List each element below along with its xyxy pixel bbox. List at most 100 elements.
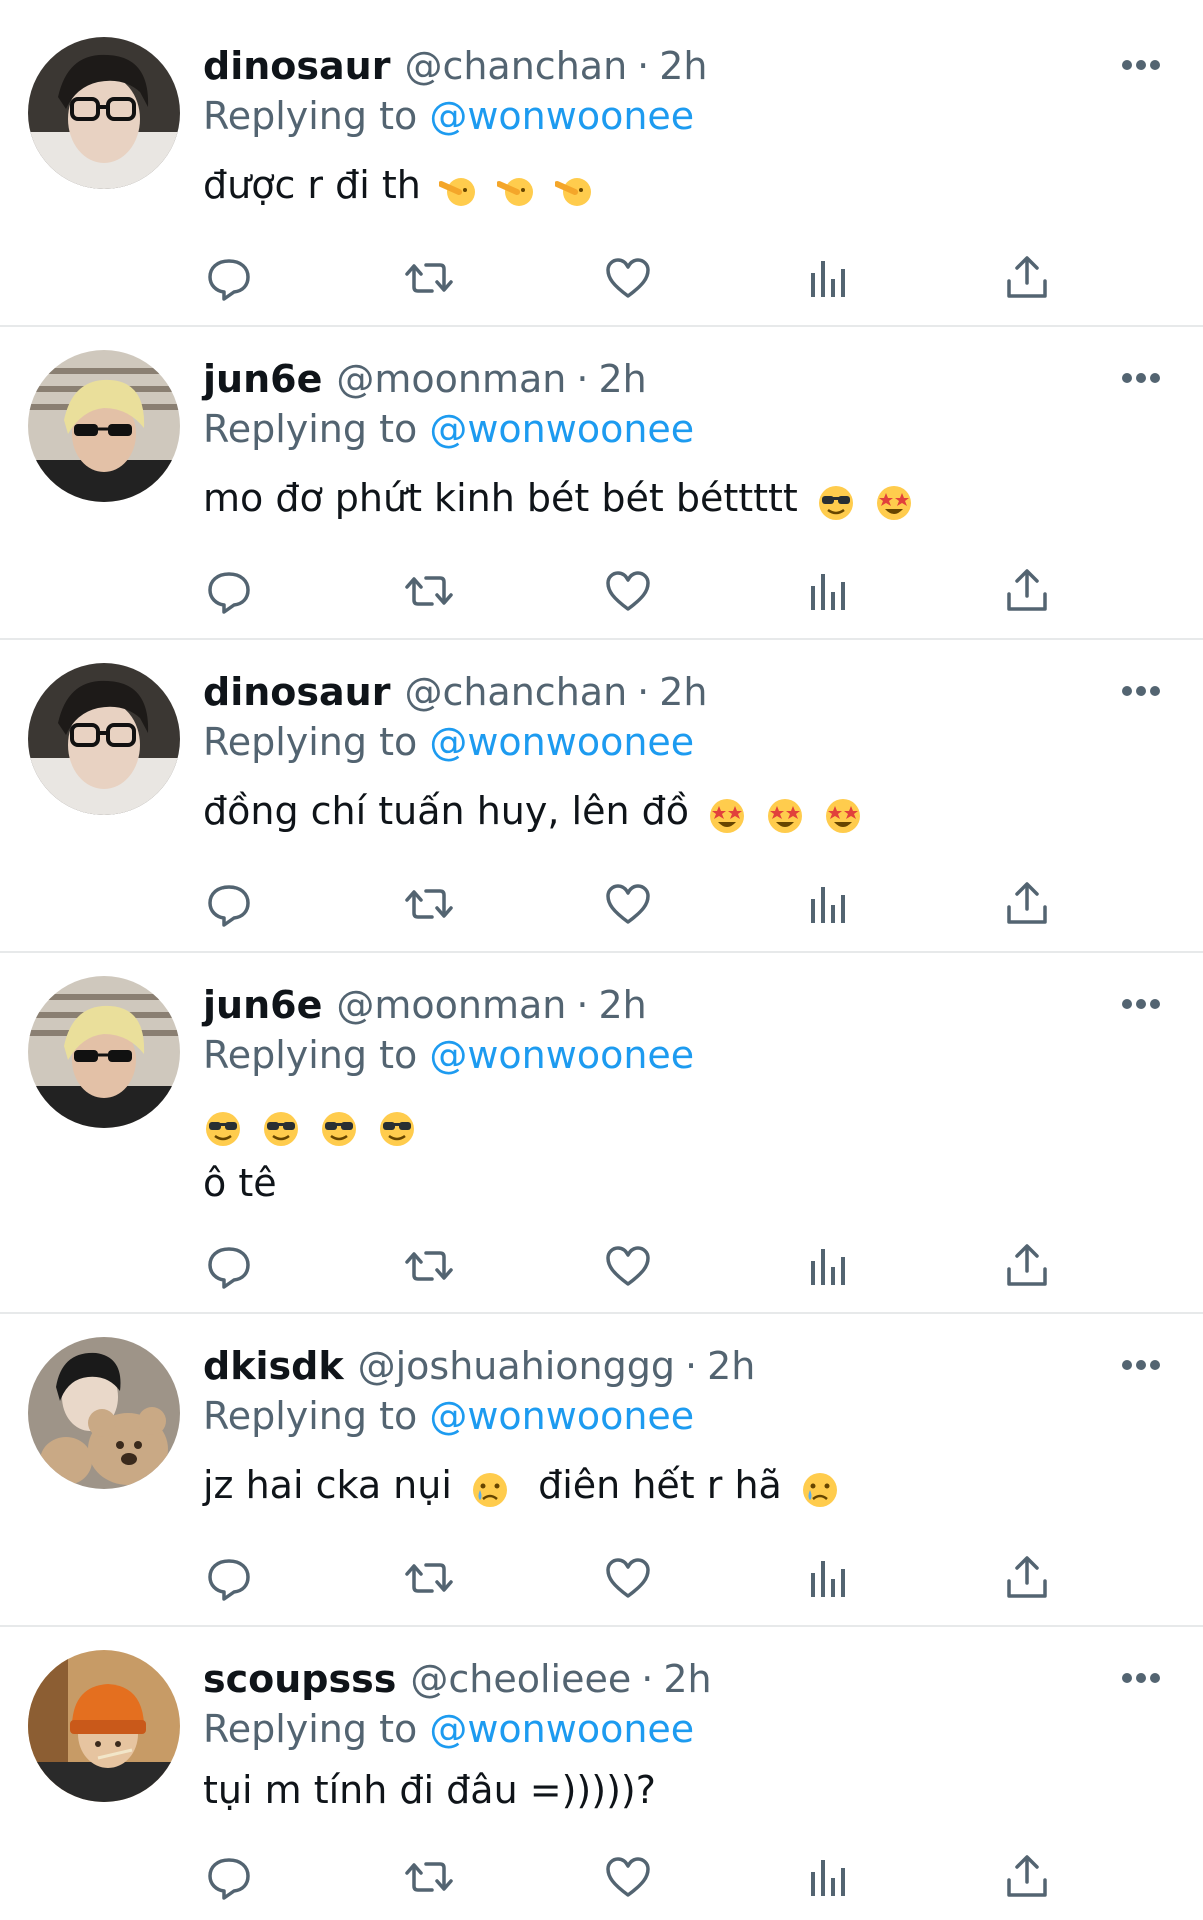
like-button[interactable] xyxy=(603,1553,653,1603)
saluting-face-icon xyxy=(496,178,534,206)
share-button[interactable] xyxy=(1002,566,1052,616)
heart-icon xyxy=(606,1246,650,1286)
display-name[interactable]: scoupsss xyxy=(203,1657,396,1701)
reply-button[interactable] xyxy=(204,253,254,303)
views-button[interactable] xyxy=(803,879,853,929)
user-handle[interactable]: @joshuahionggg xyxy=(358,1344,675,1388)
replying-to: Replying to @wonwoonee xyxy=(203,1392,694,1440)
views-button[interactable] xyxy=(803,253,853,303)
replying-to: Replying to @wonwoonee xyxy=(203,1031,694,1079)
views-button[interactable] xyxy=(803,1852,853,1902)
emoji-group xyxy=(701,789,863,839)
share-button[interactable] xyxy=(1002,879,1052,929)
action-bar xyxy=(0,1852,1203,1902)
more-options-button[interactable] xyxy=(1120,997,1162,1011)
more-options-button[interactable] xyxy=(1120,58,1162,72)
avatar[interactable] xyxy=(28,1650,180,1802)
user-handle[interactable]: @cheolieee xyxy=(410,1657,631,1701)
emoji-group xyxy=(794,1463,840,1513)
tweet-header: scoupsss @cheolieee · 2h xyxy=(203,1655,712,1703)
reply-button[interactable] xyxy=(204,566,254,616)
retweet-icon xyxy=(405,576,453,606)
avatar[interactable] xyxy=(28,37,180,189)
views-button[interactable] xyxy=(803,566,853,616)
user-handle[interactable]: @moonman xyxy=(336,357,566,401)
user-handle[interactable]: @chanchan xyxy=(404,44,627,88)
star-struck-face-icon xyxy=(768,799,803,833)
retweet-button[interactable] xyxy=(404,253,454,303)
replying-to-handle[interactable]: @wonwoonee xyxy=(429,94,694,138)
reply-button[interactable] xyxy=(204,1852,254,1902)
retweet-button[interactable] xyxy=(404,566,454,616)
share-button[interactable] xyxy=(1002,253,1052,303)
replying-to-handle[interactable]: @wonwoonee xyxy=(429,1033,694,1077)
replying-to: Replying to @wonwoonee xyxy=(203,405,694,453)
views-icon xyxy=(811,1561,845,1597)
display-name[interactable]: jun6e xyxy=(203,983,322,1027)
avatar[interactable] xyxy=(28,976,180,1128)
heart-icon xyxy=(606,1558,650,1598)
timestamp[interactable]: 2h xyxy=(659,44,707,88)
user-handle[interactable]: @moonman xyxy=(336,983,566,1027)
reply-button[interactable] xyxy=(204,1241,254,1291)
reply-button[interactable] xyxy=(204,879,254,929)
replying-to-handle[interactable]: @wonwoonee xyxy=(429,1394,694,1438)
retweet-button[interactable] xyxy=(404,1553,454,1603)
like-button[interactable] xyxy=(603,879,653,929)
avatar[interactable] xyxy=(28,1337,180,1489)
sunglasses-face-icon xyxy=(818,486,853,520)
retweet-icon xyxy=(405,1251,453,1281)
share-button[interactable] xyxy=(1002,1852,1052,1902)
display-name[interactable]: dinosaur xyxy=(203,44,390,88)
tweet-text-line: được r đi th xyxy=(203,163,421,207)
display-name[interactable]: dinosaur xyxy=(203,670,390,714)
action-bar xyxy=(0,566,1203,616)
user-handle[interactable]: @chanchan xyxy=(404,670,627,714)
replying-to-handle[interactable]: @wonwoonee xyxy=(429,720,694,764)
tweet-text: được r đi th xyxy=(203,160,595,213)
replying-to-handle[interactable]: @wonwoonee xyxy=(429,407,694,451)
avatar[interactable] xyxy=(28,663,180,815)
share-icon xyxy=(1007,1855,1047,1897)
retweet-button[interactable] xyxy=(404,879,454,929)
more-options-button[interactable] xyxy=(1120,1671,1162,1685)
display-name[interactable]: jun6e xyxy=(203,357,322,401)
reply-icon xyxy=(208,1858,250,1900)
share-button[interactable] xyxy=(1002,1241,1052,1291)
views-button[interactable] xyxy=(803,1553,853,1603)
retweet-icon xyxy=(405,1862,453,1892)
sunglasses-face-icon xyxy=(380,1112,415,1146)
share-icon xyxy=(1007,1556,1047,1598)
sunglasses-face-icon xyxy=(264,1112,299,1146)
more-options-button[interactable] xyxy=(1120,1358,1162,1372)
like-button[interactable] xyxy=(603,566,653,616)
reply-button[interactable] xyxy=(204,1553,254,1603)
views-button[interactable] xyxy=(803,1241,853,1291)
sunglasses-face-icon xyxy=(206,1112,240,1146)
avatar[interactable] xyxy=(28,350,180,502)
more-icon xyxy=(1122,373,1160,383)
timestamp[interactable]: 2h xyxy=(663,1657,711,1701)
saluting-face-icon xyxy=(554,178,592,206)
timestamp[interactable]: 2h xyxy=(707,1344,755,1388)
separator-dot: · xyxy=(576,357,589,401)
share-button[interactable] xyxy=(1002,1553,1052,1603)
like-button[interactable] xyxy=(603,1241,653,1291)
more-options-button[interactable] xyxy=(1120,684,1162,698)
timestamp[interactable]: 2h xyxy=(598,357,646,401)
retweet-icon xyxy=(405,889,453,919)
retweet-button[interactable] xyxy=(404,1852,454,1902)
like-button[interactable] xyxy=(603,253,653,303)
more-options-button[interactable] xyxy=(1120,371,1162,385)
timestamp[interactable]: 2h xyxy=(659,670,707,714)
like-button[interactable] xyxy=(603,1852,653,1902)
retweet-button[interactable] xyxy=(404,1241,454,1291)
action-bar xyxy=(0,879,1203,929)
divider xyxy=(0,951,1203,953)
timestamp[interactable]: 2h xyxy=(598,983,646,1027)
display-name[interactable]: dkisdk xyxy=(203,1344,344,1388)
replying-to-label: Replying to xyxy=(203,1394,418,1438)
views-icon xyxy=(811,1860,845,1896)
replying-to-handle[interactable]: @wonwoonee xyxy=(429,1707,694,1751)
tweet-header: dinosaur @chanchan · 2h xyxy=(203,668,708,716)
